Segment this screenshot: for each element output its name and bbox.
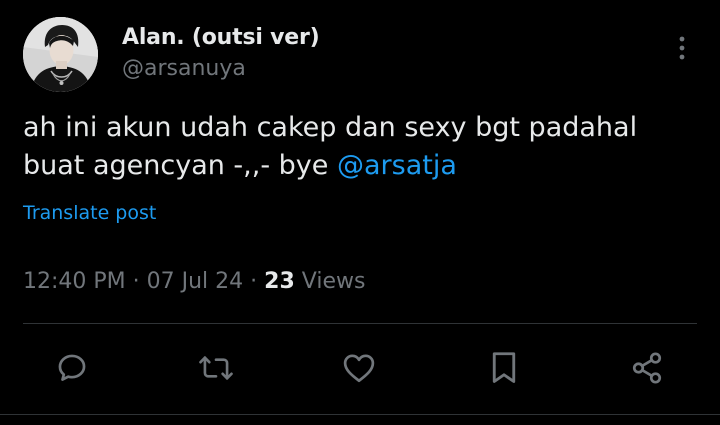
like-button[interactable] [341, 350, 377, 386]
retweet-button[interactable] [198, 350, 234, 386]
mention-link[interactable]: @arsatja [337, 150, 457, 181]
meta-separator: · [243, 269, 265, 294]
translate-post-link[interactable]: Translate post [23, 202, 156, 224]
tweet-detail: Alan. (outsi ver) @arsanuya ah ini akun … [0, 0, 720, 425]
bookmark-icon [492, 352, 516, 383]
more-options-button[interactable] [668, 32, 696, 64]
reply-button[interactable] [54, 350, 90, 386]
more-vertical-icon [679, 36, 685, 60]
tweet-time[interactable]: 12:40 PM [23, 269, 126, 294]
avatar-image [23, 17, 98, 92]
like-icon [343, 354, 375, 383]
retweet-icon [199, 356, 233, 380]
author-display-name[interactable]: Alan. (outsi ver) [122, 25, 320, 50]
author-handle[interactable]: @arsanuya [122, 56, 246, 81]
tweet-text-body: ah ini akun udah cakep dan sexy bgt pada… [23, 112, 638, 181]
bookmark-button[interactable] [486, 350, 522, 386]
views-label: Views [294, 269, 366, 294]
views-count[interactable]: 23 [264, 269, 295, 294]
meta-separator: · [125, 269, 147, 294]
divider [23, 323, 697, 324]
avatar[interactable] [23, 17, 98, 92]
tweet-text: ah ini akun udah cakep dan sexy bgt pada… [23, 109, 693, 185]
tweet-date[interactable]: 07 Jul 24 [147, 269, 244, 294]
divider [0, 414, 720, 415]
reply-icon [58, 354, 86, 381]
share-icon [632, 352, 662, 384]
tweet-meta: 12:40 PM · 07 Jul 24 · 23 Views [23, 269, 365, 294]
share-button[interactable] [629, 350, 665, 386]
